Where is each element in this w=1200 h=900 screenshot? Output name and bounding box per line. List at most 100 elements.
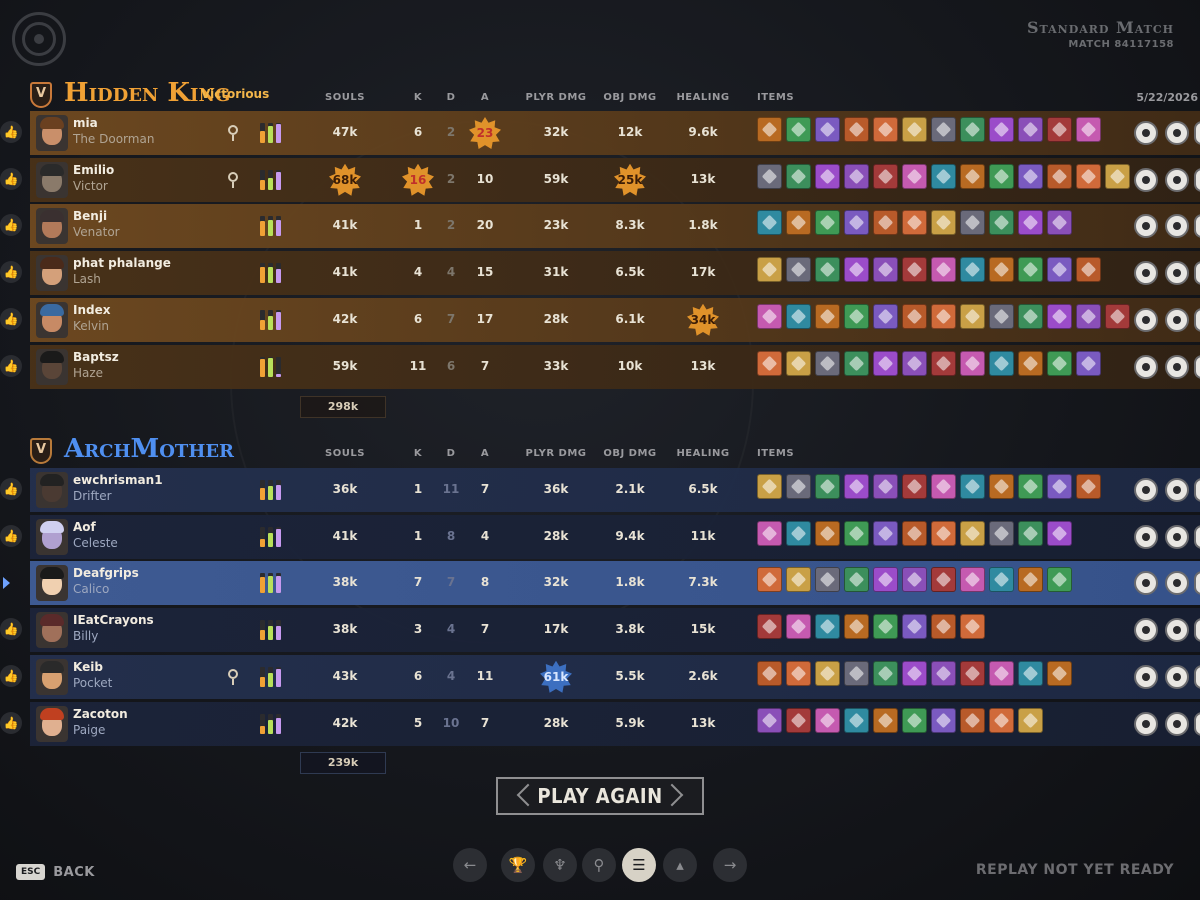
item-icon[interactable] [1076, 163, 1101, 189]
ability-icon[interactable] [1134, 711, 1158, 736]
ability-icon[interactable] [1165, 571, 1189, 596]
item-icon[interactable] [1018, 474, 1043, 499]
item-icon[interactable] [960, 257, 985, 283]
item-icon[interactable] [786, 707, 811, 733]
item-icon[interactable] [1018, 660, 1043, 686]
item-icon[interactable] [873, 350, 898, 376]
item-icon[interactable] [844, 660, 869, 686]
ability-icon[interactable] [1194, 261, 1200, 286]
player-row[interactable]: 👍 Zacoton Paige 42k 5 10 7 28k 5.9k 13k [0, 701, 1200, 746]
item-icon[interactable] [844, 567, 869, 593]
item-icon[interactable] [960, 614, 985, 640]
item-icon[interactable] [757, 567, 782, 593]
ability-icon[interactable] [1134, 354, 1158, 379]
item-icon[interactable] [960, 163, 985, 189]
ability-icon[interactable] [1194, 711, 1200, 736]
ability-icon[interactable] [1194, 167, 1200, 192]
ability-icon[interactable] [1194, 664, 1200, 689]
player-name[interactable]: Zacoton [73, 707, 128, 721]
player-row[interactable]: 👍 phat phalange Lash 41k 4 4 15 31k 6.5k 17k [0, 251, 1200, 296]
ability-icon[interactable] [1134, 121, 1158, 145]
ability-icon[interactable] [1194, 354, 1200, 379]
item-icon[interactable] [1076, 474, 1101, 499]
item-icon[interactable] [757, 163, 782, 189]
player-row[interactable]: 👍 Benji Venator 41k 1 2 20 23k 8.3k 1.8k [0, 204, 1200, 249]
item-icon[interactable] [989, 474, 1014, 499]
item-icon[interactable] [1105, 303, 1130, 329]
ability-icon[interactable] [1134, 307, 1158, 332]
item-icon[interactable] [844, 707, 869, 733]
ability-icon[interactable] [1165, 354, 1189, 379]
ability-icon[interactable] [1165, 214, 1189, 239]
item-icon[interactable] [1018, 117, 1043, 142]
item-icon[interactable] [786, 303, 811, 329]
item-icon[interactable] [1047, 257, 1072, 283]
player-name[interactable]: Benji [73, 209, 107, 223]
item-icon[interactable] [873, 474, 898, 499]
ability-icon[interactable] [1194, 571, 1200, 596]
item-icon[interactable] [902, 660, 927, 686]
ability-icon[interactable] [1134, 214, 1158, 239]
item-icon[interactable] [844, 210, 869, 236]
thumbs-up-icon[interactable]: 👍 [0, 524, 22, 547]
item-icon[interactable] [989, 210, 1014, 236]
player-name[interactable]: Emilio [73, 163, 114, 177]
item-icon[interactable] [931, 303, 956, 329]
item-icon[interactable] [902, 474, 927, 499]
item-icon[interactable] [757, 210, 782, 236]
item-icon[interactable] [815, 350, 840, 376]
item-icon[interactable] [960, 210, 985, 236]
item-icon[interactable] [1047, 117, 1072, 142]
ability-icon[interactable] [1165, 711, 1189, 736]
item-icon[interactable] [931, 117, 956, 142]
player-row[interactable]: 👍 Aof Celeste 41k 1 8 4 28k 9.4k 11k [0, 514, 1200, 559]
player-name[interactable]: Index [73, 303, 110, 317]
item-icon[interactable] [786, 567, 811, 593]
item-icon[interactable] [960, 117, 985, 142]
ability-icon[interactable] [1194, 478, 1200, 502]
item-icon[interactable] [757, 614, 782, 640]
ability-icon[interactable] [1134, 478, 1158, 502]
list-icon[interactable]: ☰ [622, 848, 656, 882]
item-icon[interactable] [902, 163, 927, 189]
item-icon[interactable] [989, 520, 1014, 546]
item-icon[interactable] [757, 257, 782, 283]
item-icon[interactable] [757, 350, 782, 376]
thumbs-up-icon[interactable]: 👍 [0, 478, 22, 500]
item-icon[interactable] [1018, 707, 1043, 733]
thumbs-up-icon[interactable]: 👍 [0, 121, 22, 143]
item-icon[interactable] [873, 567, 898, 593]
item-icon[interactable] [960, 303, 985, 329]
item-icon[interactable] [960, 350, 985, 376]
ability-icon[interactable] [1165, 664, 1189, 689]
item-icon[interactable] [757, 660, 782, 686]
item-icon[interactable] [1076, 303, 1101, 329]
item-icon[interactable] [989, 303, 1014, 329]
thumbs-up-icon[interactable]: 👍 [0, 167, 22, 190]
item-icon[interactable] [989, 117, 1014, 142]
item-icon[interactable] [786, 210, 811, 236]
ability-icon[interactable] [1134, 167, 1158, 192]
ability-icon[interactable] [1134, 261, 1158, 286]
item-icon[interactable] [757, 707, 782, 733]
item-icon[interactable] [960, 520, 985, 546]
item-icon[interactable] [786, 163, 811, 189]
item-icon[interactable] [1018, 303, 1043, 329]
item-icon[interactable] [844, 474, 869, 499]
ability-icon[interactable] [1194, 307, 1200, 332]
item-icon[interactable] [902, 117, 927, 142]
item-icon[interactable] [1047, 520, 1072, 546]
item-icon[interactable] [1018, 350, 1043, 376]
item-icon[interactable] [902, 303, 927, 329]
thumbs-up-icon[interactable]: 👍 [0, 618, 22, 641]
item-icon[interactable] [1047, 660, 1072, 686]
item-icon[interactable] [989, 567, 1014, 593]
item-icon[interactable] [786, 474, 811, 499]
item-icon[interactable] [902, 614, 927, 640]
ability-icon[interactable] [1165, 261, 1189, 286]
item-icon[interactable] [844, 350, 869, 376]
item-icon[interactable] [815, 163, 840, 189]
item-icon[interactable] [960, 660, 985, 686]
player-row[interactable]: 👍 ewchrisman1 Drifter 36k 1 11 7 36k 2.1k 6.5k [0, 468, 1200, 512]
ability-icon[interactable] [1134, 618, 1158, 643]
